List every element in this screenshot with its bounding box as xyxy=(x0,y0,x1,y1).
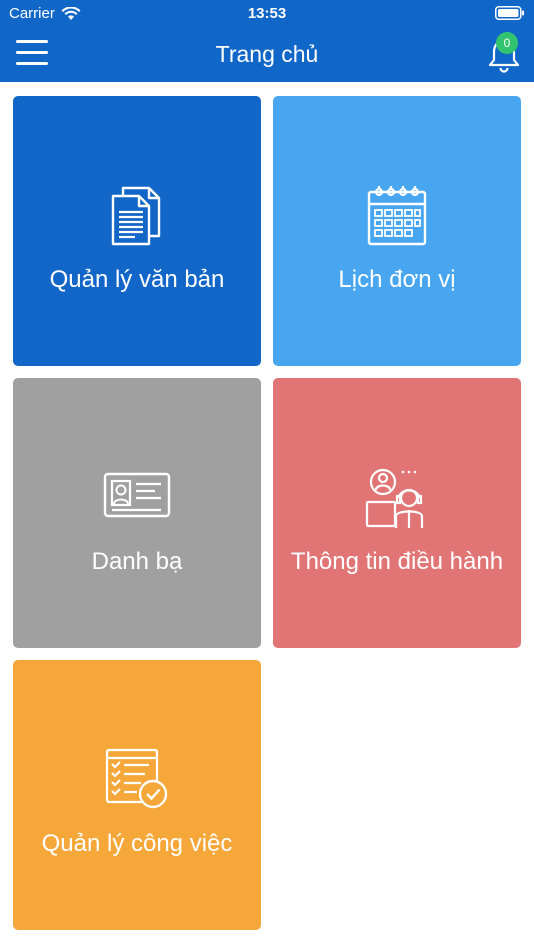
tile-label: Danh bạ xyxy=(91,548,183,575)
tile-label: Quản lý văn bản xyxy=(49,266,225,293)
notification-button[interactable]: 0 xyxy=(484,32,524,76)
calendar-icon xyxy=(367,186,427,246)
navigation-bar: Trang chủ 0 xyxy=(0,26,534,82)
tile-contacts[interactable]: Danh bạ xyxy=(13,378,261,648)
clock: 13:53 xyxy=(247,5,287,22)
support-agents-icon xyxy=(365,468,424,528)
status-bar: Carrier 13:53 xyxy=(0,0,534,26)
battery-icon xyxy=(495,6,524,20)
tile-task-management[interactable]: Quản lý công việc xyxy=(13,660,261,930)
tile-document-management[interactable]: Quản lý văn bản xyxy=(13,96,261,366)
notification-badge: 0 xyxy=(496,32,518,54)
tile-unit-calendar[interactable]: Lịch đơn vị xyxy=(273,96,521,366)
tile-executive-information[interactable]: Thông tin điều hành xyxy=(273,378,521,648)
documents-icon xyxy=(111,186,161,246)
tile-label: Lịch đơn vị xyxy=(338,266,456,293)
tile-label: Thông tin điều hành xyxy=(290,548,504,575)
page-title: Trang chủ xyxy=(215,41,319,67)
contact-card-icon xyxy=(103,472,171,518)
task-list-icon xyxy=(105,748,168,809)
tile-label: Quản lý công việc xyxy=(41,830,233,857)
